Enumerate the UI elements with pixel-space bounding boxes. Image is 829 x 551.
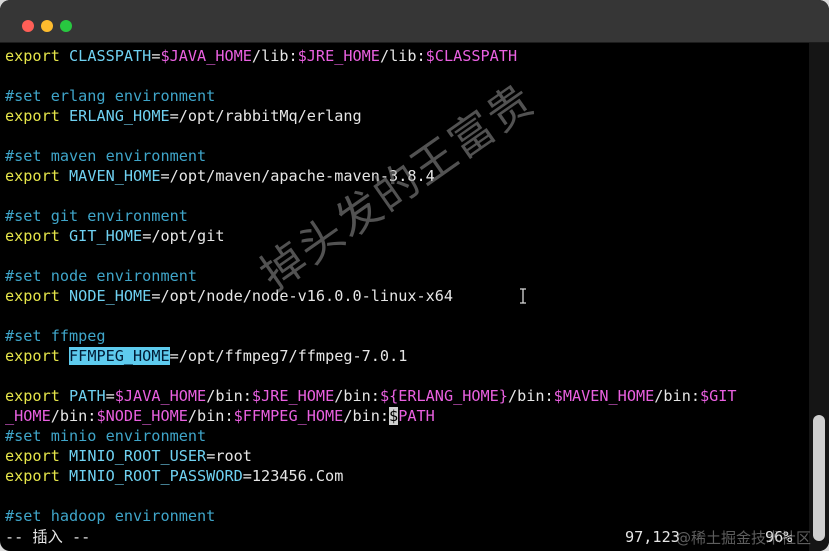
mode-indicator: -- 插入 --	[5, 528, 91, 546]
text-token: /bin:	[206, 387, 252, 405]
keyword-token: export	[5, 227, 60, 245]
keyword-token: export	[5, 387, 60, 405]
variable-ref-token: $NODE_HOME	[96, 407, 188, 425]
close-window-button[interactable]	[22, 20, 34, 32]
variable-token: GIT_HOME	[69, 227, 143, 245]
code-line: #set ffmpeg	[5, 326, 106, 346]
maximize-window-button[interactable]	[60, 20, 72, 32]
variable-ref-token: $JAVA_HOME	[114, 387, 207, 405]
variable-ref-token: $GIT	[699, 387, 737, 405]
variable-ref-token: $MAVEN_HOME	[553, 387, 655, 405]
comment-token: #set git environment	[5, 207, 188, 225]
variable-token: PATH	[69, 387, 106, 405]
text-token: /bin:	[654, 387, 700, 405]
variable-ref-token: PATH	[398, 407, 435, 425]
code-line: #set erlang environment	[5, 86, 215, 106]
text-token: /bin:	[507, 387, 554, 405]
variable-token: CLASSPATH	[69, 47, 152, 65]
code-line: export PATH=$JAVA_HOME/bin:$JRE_HOME/bin…	[5, 386, 737, 406]
text-token: /bin:	[187, 407, 234, 425]
variable-ref-token: $JRE_HOME	[297, 47, 380, 65]
code-line: export FFMPEG_HOME=/opt/ffmpeg7/ffmpeg-7…	[5, 346, 407, 366]
text-token: =/opt/git	[142, 227, 225, 245]
text-token: =/opt/rabbitMq/erlang	[169, 107, 362, 125]
comment-token: #set hadoop environment	[5, 507, 216, 525]
variable-ref-token: $JRE_HOME	[251, 387, 335, 405]
text-token: =/opt/ffmpeg7/ffmpeg-7.0.1	[169, 347, 408, 365]
terminal-window: export CLASSPATH=$JAVA_HOME/lib:$JRE_HOM…	[0, 0, 829, 551]
variable-ref-token: ${ERLANG_HOME}	[379, 387, 508, 405]
keyword-token: export	[5, 47, 60, 65]
block-cursor: $	[389, 407, 399, 425]
search-highlight-token: FFMPEG_HOME	[69, 347, 170, 365]
variable-token: MAVEN_HOME	[69, 167, 161, 185]
keyword-token: export	[5, 447, 60, 465]
title-bar	[0, 0, 829, 43]
text-token: =	[105, 387, 115, 405]
code-line: export MINIO_ROOT_PASSWORD=123456.Com	[5, 466, 343, 486]
text-token: /bin:	[343, 407, 390, 425]
minimize-window-button[interactable]	[41, 20, 53, 32]
code-line: #set node environment	[5, 266, 197, 286]
keyword-token: export	[5, 287, 60, 305]
variable-ref-token: $FFMPEG_HOME	[233, 407, 344, 425]
variable-ref-token: $JAVA_HOME	[160, 47, 252, 65]
text-token: /bin:	[50, 407, 97, 425]
comment-token: #set ffmpeg	[5, 327, 106, 345]
comment-token: #set erlang environment	[5, 87, 216, 105]
text-token: /bin:	[334, 387, 380, 405]
variable-ref-token: $CLASSPATH	[425, 47, 518, 65]
keyword-token: export	[5, 467, 60, 485]
code-line: export ERLANG_HOME=/opt/rabbitMq/erlang	[5, 106, 362, 126]
comment-token: #set node environment	[5, 267, 198, 285]
code-line: #set git environment	[5, 206, 188, 226]
code-line: _HOME/bin:$NODE_HOME/bin:$FFMPEG_HOME/bi…	[5, 406, 435, 426]
text-token: =/opt/node/node-v16.0.0-linux-x64	[151, 287, 454, 305]
vim-editor-buffer[interactable]: export CLASSPATH=$JAVA_HOME/lib:$JRE_HOM…	[5, 46, 805, 551]
keyword-token: export	[5, 107, 60, 125]
scrollbar-thumb[interactable]	[813, 415, 825, 541]
comment-token: #set maven environment	[5, 147, 207, 165]
keyword-token: export	[5, 347, 60, 365]
code-line: export NODE_HOME=/opt/node/node-v16.0.0-…	[5, 286, 453, 306]
keyword-token: export	[5, 167, 60, 185]
code-line: #set maven environment	[5, 146, 206, 166]
cursor-position: 97,123	[625, 528, 680, 546]
variable-ref-token: _HOME	[5, 407, 51, 425]
code-line: export GIT_HOME=/opt/git	[5, 226, 224, 246]
text-token: /lib:	[379, 47, 426, 65]
variable-token: ERLANG_HOME	[69, 107, 170, 125]
text-token: =root	[206, 447, 252, 465]
vertical-scrollbar[interactable]	[809, 43, 829, 551]
code-line: export CLASSPATH=$JAVA_HOME/lib:$JRE_HOM…	[5, 46, 517, 66]
variable-token: NODE_HOME	[69, 287, 152, 305]
code-line: export MINIO_ROOT_USER=root	[5, 446, 252, 466]
variable-token: MINIO_ROOT_USER	[69, 447, 207, 465]
comment-token: #set minio environment	[5, 427, 207, 445]
site-watermark: @稀土掘金技术社区	[676, 529, 812, 547]
text-token: =123456.Com	[242, 467, 344, 485]
code-line: #set minio environment	[5, 426, 206, 446]
variable-token: MINIO_ROOT_PASSWORD	[69, 467, 243, 485]
text-cursor-ibeam-icon	[519, 288, 527, 304]
text-token: /lib:	[251, 47, 298, 65]
code-line: #set hadoop environment	[5, 506, 215, 526]
